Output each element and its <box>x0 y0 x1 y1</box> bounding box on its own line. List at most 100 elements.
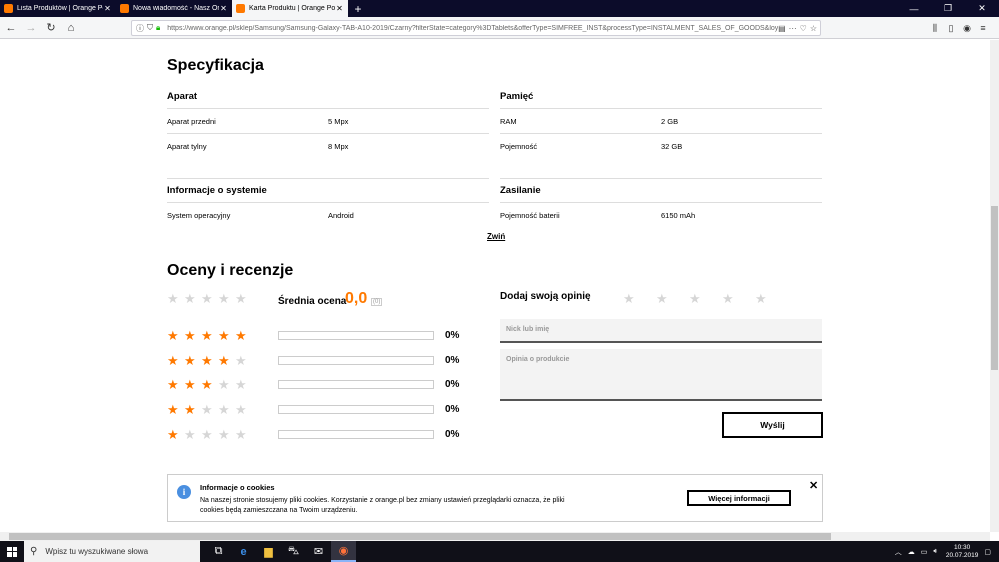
rate-star-1-icon[interactable]: ★ <box>623 292 656 305</box>
star-icon: ★ <box>218 291 230 306</box>
rating-stars: ★ ★ ★ ★ ★ <box>167 428 252 441</box>
info-icon: i <box>177 485 191 499</box>
star-icon: ★ <box>201 402 213 418</box>
tab-karta-produktu[interactable]: Karta Produktu | Orange Polska ✕ <box>232 0 348 17</box>
star-icon: ★ <box>167 402 179 418</box>
star-icon: ★ <box>218 352 230 368</box>
spec-key: Aparat przedni <box>167 116 216 126</box>
shield-icon[interactable]: ⛉ <box>147 23 153 33</box>
rate-star-3-icon[interactable]: ★ <box>689 292 722 305</box>
rate-star-4-icon[interactable]: ★ <box>722 292 755 305</box>
clock[interactable]: 10:30 20.07.2019 <box>946 544 979 560</box>
average-stars: ★ ★ ★ ★ ★ <box>167 292 252 305</box>
star-icon: ★ <box>235 352 247 368</box>
minimize-icon[interactable]: — <box>897 0 931 17</box>
taskbar-search[interactable]: ⚲ Wpisz tu wyszukiwane słowa <box>24 541 200 562</box>
file-explorer-icon[interactable]: ▆ <box>256 541 281 562</box>
rating-stars: ★ ★ ★ ★ ★ <box>167 403 252 416</box>
opinion-textarea[interactable]: Opinia o produkcie <box>500 349 822 401</box>
menu-icon[interactable]: ≡ <box>975 20 991 36</box>
bookmark-star-icon[interactable]: ☆ <box>810 24 817 33</box>
spec-row: RAM 2 GB <box>500 109 822 134</box>
screen: Lista Produktów | Orange Polska ✕ Nowa w… <box>0 0 999 562</box>
star-icon: ★ <box>235 328 247 343</box>
spec-value: 2 GB <box>661 116 679 126</box>
spec-group-pamiec: Pamięć RAM 2 GB Pojemność 32 GB <box>500 85 822 159</box>
star-icon: ★ <box>167 352 179 368</box>
star-icon: ★ <box>167 377 179 393</box>
collapse-link[interactable]: Zwiń <box>487 232 505 241</box>
tab-nowa-wiadomosc[interactable]: Nowa wiadomość - Nasz Orange ✕ <box>116 0 232 17</box>
browser-nav-bar: ← → ↻ ⌂ ⓘ ⛉ 🔒︎ https://www.orange.pl/skl… <box>0 17 999 39</box>
orange-favicon-icon <box>4 4 13 13</box>
star-icon: ★ <box>184 352 196 368</box>
rating-percent: 0% <box>445 404 460 416</box>
reload-icon[interactable]: ↻ <box>42 19 60 37</box>
maximize-icon[interactable]: ❐ <box>931 0 965 17</box>
rating-percent: 0% <box>445 428 460 440</box>
chevron-up-icon[interactable]: ︿ <box>895 547 902 557</box>
cookie-text: Na naszej stronie stosujemy pliki cookie… <box>200 497 565 514</box>
star-icon: ★ <box>184 377 196 393</box>
spec-key: Pojemność <box>500 142 538 151</box>
home-icon[interactable]: ⌂ <box>62 19 80 37</box>
tab-title: Lista Produktów | Orange Polska <box>17 5 103 12</box>
taskbar-apps: ⧉ e ▆ ⛍ ✉ ◉ <box>206 541 356 562</box>
network-icon[interactable]: ▭ <box>921 548 928 556</box>
start-button[interactable] <box>0 541 24 562</box>
address-bar[interactable]: ⓘ ⛉ 🔒︎ https://www.orange.pl/sklep/Samsu… <box>131 20 821 36</box>
horizontal-scrollbar[interactable] <box>0 532 990 541</box>
star-icon: ★ <box>218 328 230 343</box>
edge-icon[interactable]: e <box>231 541 256 562</box>
forward-icon[interactable]: → <box>22 19 40 37</box>
close-window-icon[interactable]: ✕ <box>965 0 999 17</box>
cloud-icon[interactable]: ☁ <box>908 548 915 556</box>
rating-percent: 0% <box>445 330 460 341</box>
more-info-button[interactable]: Więcej informacji <box>687 490 791 506</box>
firefox-icon[interactable]: ◉ <box>331 541 356 562</box>
lock-icon[interactable]: 🔒︎ <box>156 23 160 33</box>
close-tab-icon[interactable]: ✕ <box>219 4 228 13</box>
rating-bar <box>278 331 434 340</box>
scroll-thumb[interactable] <box>991 206 998 370</box>
new-tab-button[interactable]: + <box>348 0 368 17</box>
close-tab-icon[interactable]: ✕ <box>335 4 344 13</box>
star-icon: ★ <box>235 377 247 393</box>
rating-bar <box>278 429 434 439</box>
rate-star-2-icon[interactable]: ★ <box>656 292 689 305</box>
vertical-scrollbar[interactable] <box>990 40 999 532</box>
reader-view-icon[interactable]: ▤ <box>778 24 786 33</box>
system-tray: ︿ ☁ ▭ 🔉︎ 10:30 20.07.2019 ▢ <box>889 541 991 562</box>
windows-icon <box>7 546 17 557</box>
task-view-icon[interactable]: ⧉ <box>206 541 231 562</box>
close-icon[interactable]: ✕ <box>809 479 818 492</box>
star-icon: ★ <box>201 352 213 368</box>
back-icon[interactable]: ← <box>2 19 20 37</box>
library-icon[interactable]: ⫼ <box>927 20 943 36</box>
close-tab-icon[interactable]: ✕ <box>103 4 112 13</box>
volume-icon[interactable]: 🔉︎ <box>933 548 937 556</box>
star-icon: ★ <box>184 402 196 418</box>
notifications-icon[interactable]: ▢ <box>984 548 991 556</box>
sidebar-icon[interactable]: ▯ <box>943 20 959 36</box>
browser-tab-bar: Lista Produktów | Orange Polska ✕ Nowa w… <box>0 0 999 17</box>
date: 20.07.2019 <box>945 551 979 559</box>
spec-value: Android <box>328 211 354 220</box>
store-icon[interactable]: ⛍ <box>281 541 306 562</box>
submit-button[interactable]: Wyślij <box>722 412 823 438</box>
page-actions-icon[interactable]: ··· <box>789 24 797 33</box>
scroll-thumb[interactable] <box>9 533 831 540</box>
pocket-icon[interactable]: ♡ <box>800 24 807 33</box>
rate-star-5-icon[interactable]: ★ <box>755 292 788 305</box>
tab-lista-produktow[interactable]: Lista Produktów | Orange Polska ✕ <box>0 0 116 17</box>
nick-input[interactable]: Nick lub imię <box>500 319 822 343</box>
review-count: (0) <box>371 298 383 306</box>
mail-icon[interactable]: ✉ <box>306 541 331 562</box>
star-icon: ★ <box>184 426 196 442</box>
url-text: https://www.orange.pl/sklep/Samsung/Sams… <box>167 24 779 32</box>
info-icon[interactable]: ⓘ <box>136 23 144 34</box>
account-icon[interactable]: ◉ <box>959 20 975 36</box>
rating-row: ★ ★ ★ ★ ★ 0% <box>167 428 467 442</box>
star-icon: ★ <box>201 328 213 343</box>
average-value: 0,0 <box>345 290 368 307</box>
